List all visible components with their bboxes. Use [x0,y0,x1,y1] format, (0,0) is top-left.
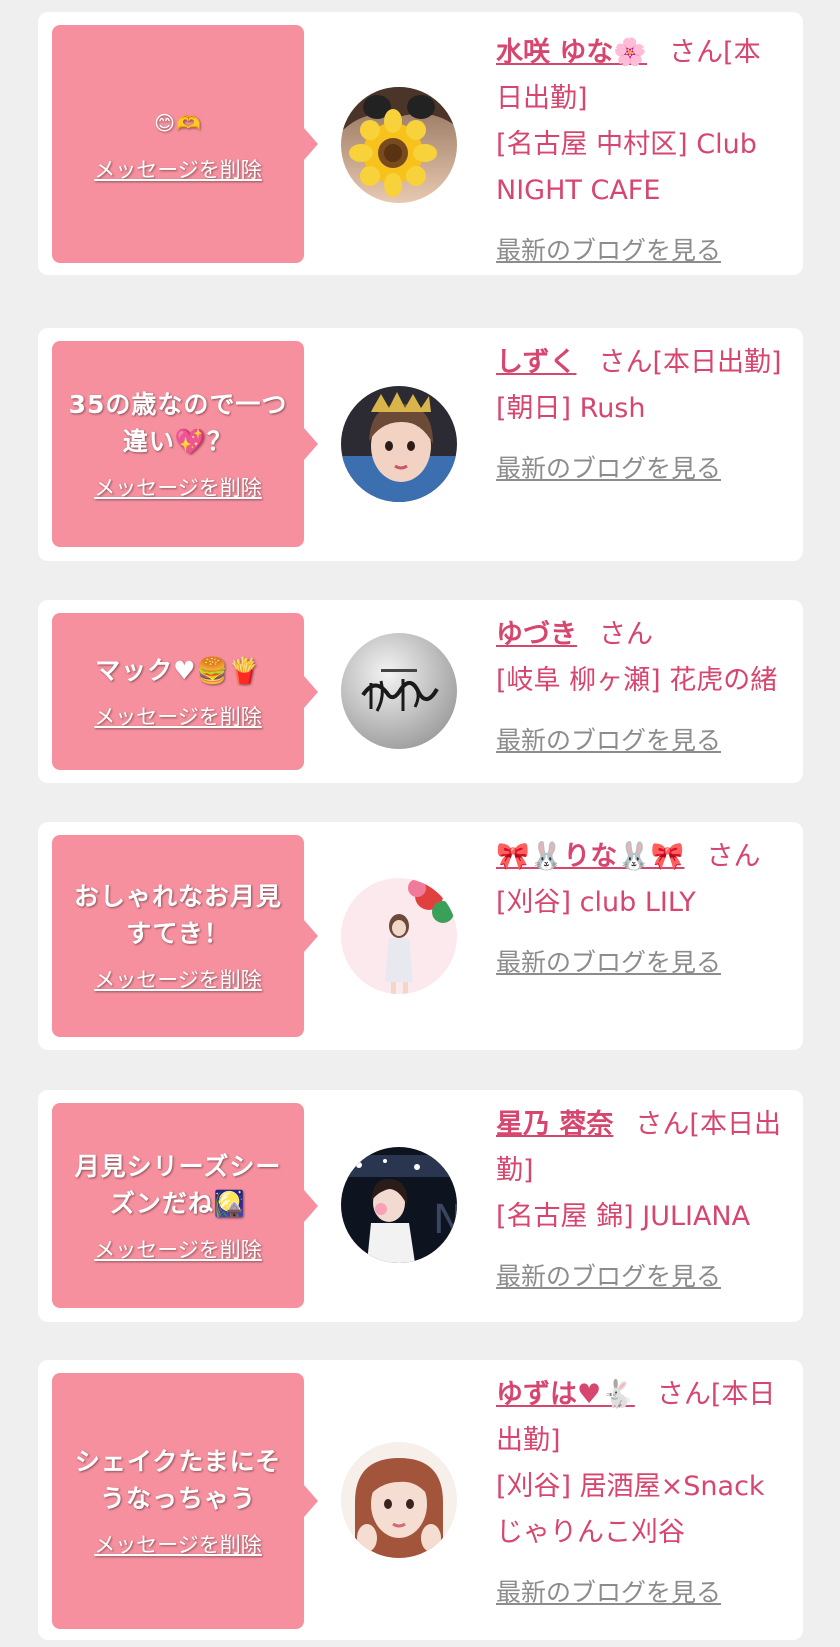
honorific-label: さん [598,347,653,378]
girl-info: 水咲 ゆな🌸 さん[本日出勤] [名古屋 中村区] Club NIGHT CAFE… [496,30,786,274]
avatar[interactable]: N [341,1147,457,1263]
honorific-label: さん [656,1379,711,1410]
latest-blog-link[interactable]: 最新のブログを見る [496,1570,786,1616]
message-bubble: シェイクたまにそうなっちゃう メッセージを削除 [52,1373,318,1629]
shop-logo-image [341,633,457,749]
shop-label: [刈谷] 居酒屋×Snack じゃりんこ刈谷 [496,1471,765,1548]
girl-info: ゆづき さん [岐阜 柳ヶ瀬] 花虎の緒 最新のブログを見る [496,612,786,764]
balloon-avatar-image [341,878,457,994]
shop-label: [朝日] Rush [496,393,646,424]
avatar[interactable] [341,87,457,203]
message-bubble: 月見シリーズシーズンだね🎑 メッセージを削除 [52,1103,318,1308]
latest-blog-link[interactable]: 最新のブログを見る [496,446,786,492]
message-bubble: おしゃれなお月見すてき！ メッセージを削除 [52,835,318,1037]
girl-info: 星乃 蓉奈 さん[本日出勤] [名古屋 錦] JULIANA 最新のブログを見る [496,1102,786,1300]
delete-message-link[interactable]: メッセージを削除 [94,1234,262,1264]
message-list: 😊🫶 メッセージを削除 水咲 ゆな🌸 さん[本日出勤] [名古屋 中村区] Cl… [0,0,840,1647]
message-card: シェイクたまにそうなっちゃう メッセージを削除 ゆずは♥🐇 さん[本日出勤] [刈… [38,1360,803,1640]
latest-blog-link[interactable]: 最新のブログを見る [496,718,786,764]
message-text: シェイクたまにそうなっちゃう [74,1447,282,1513]
honorific-label: さん [599,619,653,650]
girl-info: 🎀🐰りな🐰🎀 さん [刈谷] club LILY 最新のブログを見る [496,834,786,986]
message-text: 😊🫶 [154,110,202,135]
message-text: マック♥🍔🍟 [95,656,261,685]
honorific-label: さん [706,841,761,872]
avatar[interactable] [341,1442,457,1558]
night-avatar-image: N [341,1147,457,1263]
svg-text:N: N [433,1197,457,1243]
message-text: おしゃれなお月見すてき！ [73,882,282,948]
latest-blog-link[interactable]: 最新のブログを見る [496,228,786,274]
honorific-label: さん [635,1109,690,1140]
girl-name-link[interactable]: ゆづき [496,619,577,650]
shop-label: [名古屋 錦] JULIANA [496,1201,751,1232]
message-card: マック♥🍔🍟 メッセージを削除 ゆづき さん [岐阜 柳ヶ瀬] 花虎の緒 最新の… [38,600,803,783]
message-bubble: 35の歳なので一つ違い💖？ メッセージを削除 [52,341,318,547]
avatar[interactable] [341,878,457,994]
message-bubble: マック♥🍔🍟 メッセージを削除 [52,613,318,770]
girl-name-link[interactable]: 🎀🐰りな🐰🎀 [496,841,684,872]
shop-label: [刈谷] club LILY [496,887,696,918]
message-text: 35の歳なので一つ違い💖？ [68,390,288,456]
shop-label: [名古屋 中村区] Club NIGHT CAFE [496,129,757,206]
girl-name-link[interactable]: ゆずは♥🐇 [496,1379,635,1410]
girl-info: しずく さん[本日出勤] [朝日] Rush 最新のブログを見る [496,340,786,492]
delete-message-link[interactable]: メッセージを削除 [94,964,262,994]
delete-message-link[interactable]: メッセージを削除 [94,472,262,502]
message-card: 35の歳なので一つ違い💖？ メッセージを削除 しずく さん[本日出勤] [朝日] … [38,328,803,561]
sunflower-avatar-image [341,87,457,203]
message-card: おしゃれなお月見すてき！ メッセージを削除 🎀🐰りな🐰🎀 さん [刈谷] club… [38,822,803,1050]
avatar[interactable] [341,386,457,502]
girl-name-link[interactable]: 水咲 ゆな🌸 [496,37,647,68]
honorific-label: さん [669,37,724,68]
shop-label: [岐阜 柳ヶ瀬] 花虎の緒 [496,665,778,696]
message-bubble: 😊🫶 メッセージを削除 [52,25,318,263]
status-label: [本日出勤] [652,347,782,378]
latest-blog-link[interactable]: 最新のブログを見る [496,1254,786,1300]
message-card: 😊🫶 メッセージを削除 水咲 ゆな🌸 さん[本日出勤] [名古屋 中村区] Cl… [38,12,803,275]
selfie-avatar-image [341,386,457,502]
latest-blog-link[interactable]: 最新のブログを見る [496,940,786,986]
girl-info: ゆずは♥🐇 さん[本日出勤] [刈谷] 居酒屋×Snack じゃりんこ刈谷 最新の… [496,1372,786,1616]
delete-message-link[interactable]: メッセージを削除 [94,1529,262,1559]
portrait-avatar-image [341,1442,457,1558]
girl-name-link[interactable]: しずく [496,347,576,378]
girl-name-link[interactable]: 星乃 蓉奈 [496,1109,613,1140]
message-text: 月見シリーズシーズンだね🎑 [74,1151,282,1218]
avatar[interactable] [341,633,457,749]
delete-message-link[interactable]: メッセージを削除 [94,701,262,731]
message-card: 月見シリーズシーズンだね🎑 メッセージを削除 N 星乃 蓉奈 さん[本日出勤] [… [38,1090,803,1322]
delete-message-link[interactable]: メッセージを削除 [94,154,262,184]
